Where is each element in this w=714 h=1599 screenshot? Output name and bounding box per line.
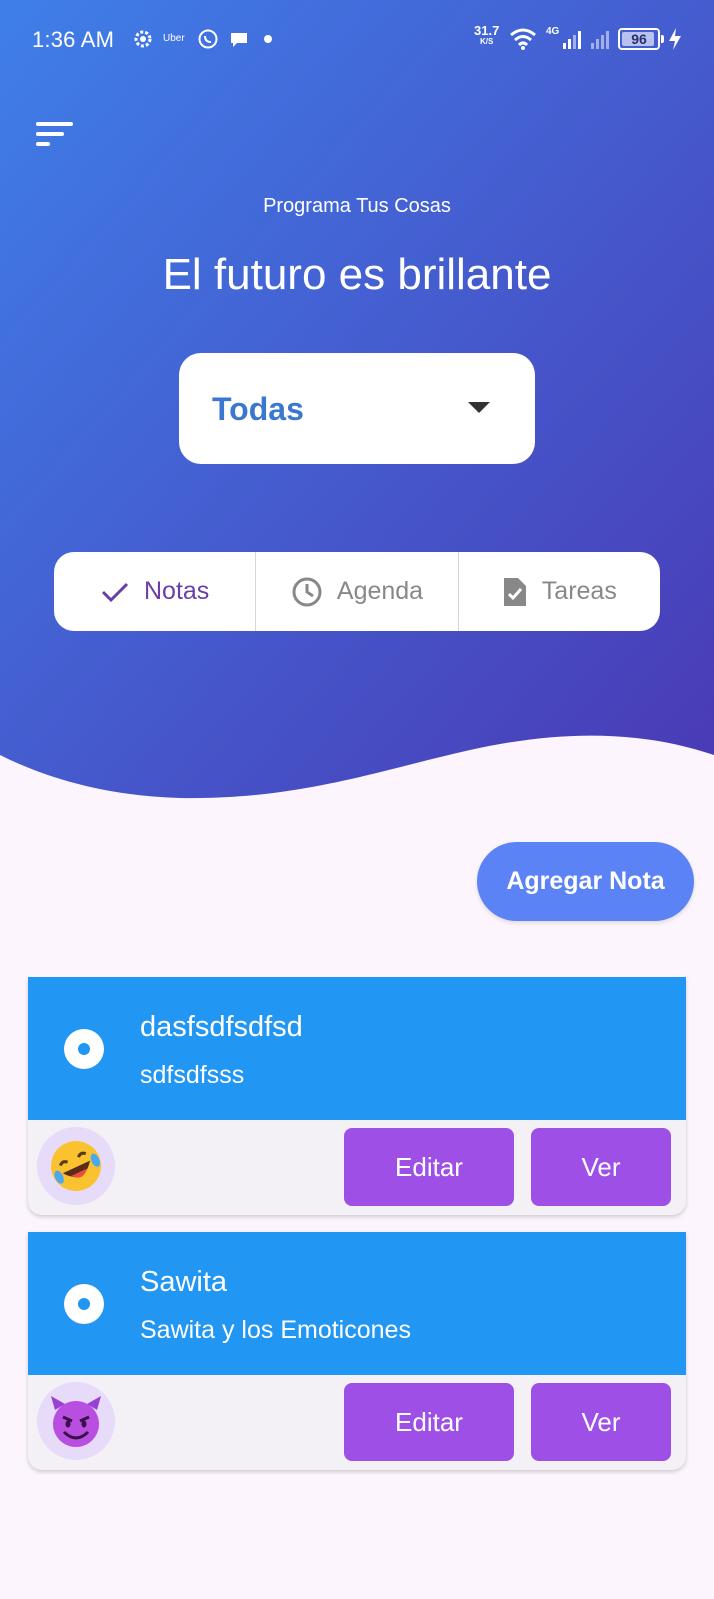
tab-agenda[interactable]: Agenda: [255, 552, 457, 631]
network-speed: 31.7 K/S: [474, 23, 500, 46]
hero-header: 1:36 AM Uber 31.7 K/S 4G 96 Programa Tus…: [0, 0, 714, 800]
battery-cap: [661, 35, 664, 43]
task-file-icon: [503, 577, 526, 606]
tab-notas[interactable]: Notas: [54, 552, 255, 631]
note-title: dasfsdfsdfsd: [140, 1011, 303, 1043]
view-note-button[interactable]: Ver: [531, 1128, 671, 1206]
edit-note-button[interactable]: Editar: [344, 1128, 514, 1206]
page-title: El futuro es brillante: [162, 250, 552, 299]
smiling-devil-emoji-icon: [51, 1396, 101, 1447]
whatsapp-icon: [198, 29, 218, 49]
view-note-button[interactable]: Ver: [531, 1383, 671, 1461]
notification-dot-icon: [264, 35, 272, 43]
note-emoji-avatar: [37, 1127, 115, 1205]
note-description: Sawita y los Emoticones: [140, 1316, 411, 1344]
radio-indicator-icon[interactable]: [64, 1284, 104, 1324]
note-title: Sawita: [140, 1266, 228, 1298]
note-emoji-avatar: [37, 1382, 115, 1460]
radio-indicator-icon[interactable]: [64, 1029, 104, 1069]
tab-label: Agenda: [336, 577, 424, 605]
note-card: dasfsdfsdfsd sdfsdfsss Editar Ver: [28, 977, 686, 1215]
signal-strength-icon: [563, 31, 581, 49]
network-type: 4G: [546, 26, 560, 37]
rofl-emoji-icon: [51, 1141, 101, 1191]
note-description: sdfsdfsss: [140, 1061, 245, 1089]
add-note-button[interactable]: Agregar Nota: [477, 842, 694, 921]
tab-label: Tareas: [541, 577, 617, 605]
status-time: 1:36 AM: [32, 27, 115, 52]
check-icon: [101, 582, 129, 602]
charging-bolt-icon: [669, 28, 681, 50]
clock-icon: [292, 577, 322, 606]
menu-sort-icon: [36, 122, 73, 146]
filter-selected-value: Todas: [212, 391, 304, 427]
chat-bubble-icon: [231, 33, 247, 47]
tab-tareas[interactable]: Tareas: [457, 552, 660, 631]
battery-indicator: 96: [618, 28, 660, 50]
menu-button[interactable]: [36, 120, 76, 150]
caret-down-icon: [468, 402, 490, 413]
tab-label: Notas: [144, 577, 210, 605]
note-card: Sawita Sawita y los Emoticones Editar Ve…: [28, 1232, 686, 1470]
wifi-icon: [510, 28, 536, 50]
note-card-header[interactable]: dasfsdfsdfsd sdfsdfsss: [28, 977, 686, 1120]
note-card-header[interactable]: Sawita Sawita y los Emoticones: [28, 1232, 686, 1375]
battery-level: 96: [631, 31, 647, 47]
category-segmented-control: Notas Agenda Tareas: [54, 552, 660, 631]
settings-gear-icon: [134, 30, 152, 48]
edit-note-button[interactable]: Editar: [344, 1383, 514, 1461]
status-bar: 1:36 AM Uber 31.7 K/S 4G 96: [0, 0, 714, 80]
filter-dropdown[interactable]: Todas: [179, 353, 535, 464]
uber-icon: Uber: [163, 33, 185, 44]
page-subtitle: Programa Tus Cosas: [263, 195, 451, 217]
signal-strength-2-icon: [591, 31, 609, 49]
